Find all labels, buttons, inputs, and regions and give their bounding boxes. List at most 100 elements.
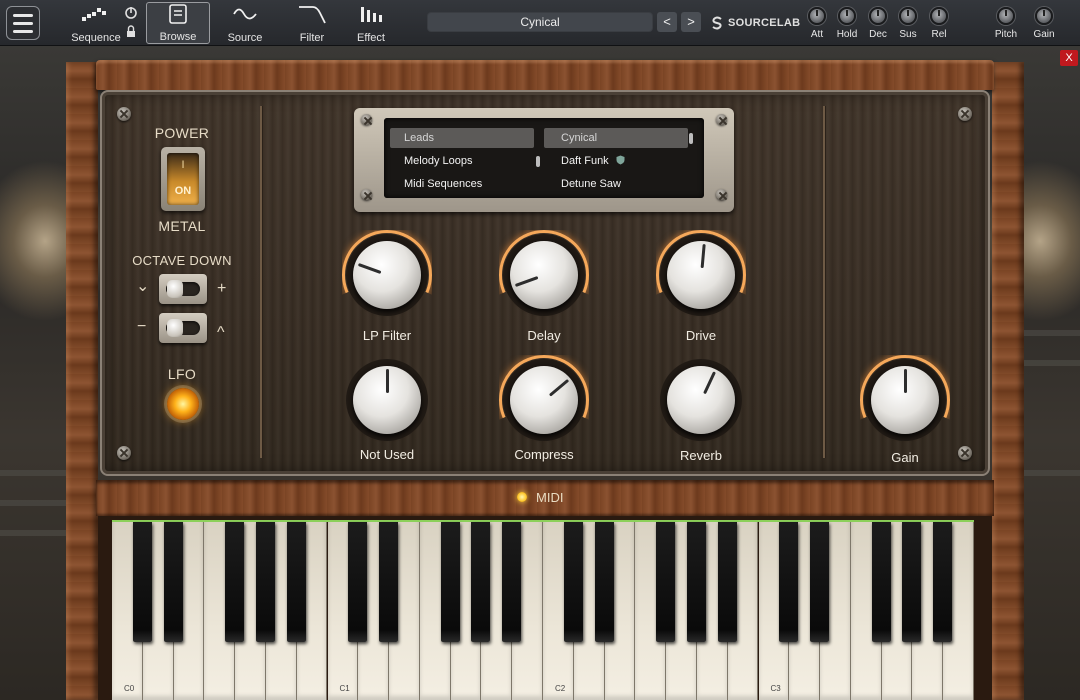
power-switch[interactable]: I ON [161,147,205,211]
decay-knob-label: Dec [869,29,887,40]
compress-knob[interactable] [499,355,589,445]
octave-up-toggle[interactable] [159,313,207,343]
black-key[interactable] [810,522,830,642]
category-item-leads[interactable]: Leads [390,128,534,148]
lfo-lamp[interactable] [167,388,199,420]
octave-label: C2 [555,684,566,693]
attack-knob-cap [808,7,826,25]
midi-indicator-led [517,492,527,502]
brand-name: SOURCELAB [728,17,801,29]
nav-source-label: Source [227,32,263,44]
browse-icon [167,3,189,25]
black-key[interactable] [502,522,522,642]
preset-name-display[interactable]: Cynical [427,12,653,32]
background-detail [0,500,70,506]
master-gain-knob[interactable]: Gain [1027,7,1061,45]
gain-knob[interactable] [860,355,950,445]
nav-filter[interactable]: Filter [281,2,343,44]
decay-knob[interactable]: Dec [861,7,895,45]
preset-item-daft-funk[interactable]: Daft Funk [544,151,688,171]
reverb-knob[interactable] [656,355,746,445]
sustain-knob[interactable]: Sus [891,7,925,45]
preset-item-detune-saw[interactable]: Detune Saw [544,174,688,194]
attack-knob[interactable]: Att [800,7,834,45]
black-key[interactable] [286,522,306,642]
preset-next-button[interactable]: > [681,12,701,32]
menu-bar [13,21,33,25]
screw-icon [958,107,972,121]
screw-icon [361,114,372,125]
category-item-midi-sequences[interactable]: Midi Sequences [390,174,534,194]
category-item-melody-loops[interactable]: Melody Loops [390,151,534,171]
nav-effect[interactable]: Effect [340,2,402,44]
toggle-nub [167,280,183,298]
sustain-knob-cap [899,7,917,25]
black-key[interactable] [379,522,399,642]
release-knob-label: Rel [931,29,947,40]
black-key[interactable] [717,522,737,642]
octave-label: C0 [124,684,135,693]
nav-filter-label: Filter [299,32,325,44]
screw-icon [716,114,727,125]
hamburger-menu-button[interactable] [6,6,40,40]
screw-icon [361,189,372,200]
black-key[interactable] [779,522,799,642]
drive-knob[interactable] [656,230,746,320]
nav-sequence[interactable]: Sequence [65,2,127,44]
nav-browse[interactable]: Browse [146,2,210,44]
sequence-icon [78,2,114,26]
gain-label: Gain [891,450,919,465]
black-key[interactable] [656,522,676,642]
black-key[interactable] [594,522,614,642]
black-key[interactable] [871,522,891,642]
knob-pointer [386,369,389,393]
black-key[interactable] [225,522,245,642]
cabinet-top-rail [96,60,994,90]
background-detail [0,470,70,476]
black-key[interactable] [563,522,583,642]
master-gain-knob-cap [1035,7,1053,25]
midi-label: MIDI [536,490,564,505]
panel-divider-left [260,106,262,458]
nav-effect-label: Effect [357,32,385,44]
not-used-label: Not Used [359,447,415,462]
knob-cap [510,241,578,309]
nav-source[interactable]: Source [214,2,276,44]
screw-icon [716,189,727,200]
sustain-knob-label: Sus [899,29,917,40]
cabinet-left-post [66,62,98,700]
black-key[interactable] [686,522,706,642]
close-button[interactable]: X [1060,50,1078,66]
knob-cap [510,366,578,434]
menu-bar [13,29,33,33]
shield-icon [616,152,625,172]
toggle-nub [167,319,183,337]
preset-scrollbar[interactable] [689,133,693,144]
minus-icon: − [137,318,147,335]
black-key[interactable] [132,522,152,642]
panel-divider-right [823,106,825,458]
delay-label: Delay [527,328,561,343]
hold-knob[interactable]: Hold [830,7,864,45]
nav-sequence-label: Sequence [71,32,121,44]
hold-knob-label: Hold [836,29,858,40]
black-key[interactable] [933,522,953,642]
pitch-knob[interactable]: Pitch [989,7,1023,45]
category-scrollbar[interactable] [536,156,540,167]
black-key[interactable] [902,522,922,642]
delay-knob[interactable] [499,230,589,320]
knob-cap [667,366,735,434]
black-key[interactable] [348,522,368,642]
pitch-knob-label: Pitch [994,29,1018,40]
release-knob[interactable]: Rel [922,7,956,45]
not-used-knob[interactable] [342,355,432,445]
octave-down-toggle[interactable] [159,274,207,304]
lp-filter-knob[interactable] [342,230,432,320]
black-key[interactable] [163,522,183,642]
black-key[interactable] [471,522,491,642]
preset-item-cynical[interactable]: Cynical [544,128,688,148]
piano-keyboard[interactable]: C0 C1 C2 C3 [112,520,974,700]
black-key[interactable] [440,522,460,642]
black-key[interactable] [255,522,275,642]
preset-prev-button[interactable]: < [657,12,677,32]
